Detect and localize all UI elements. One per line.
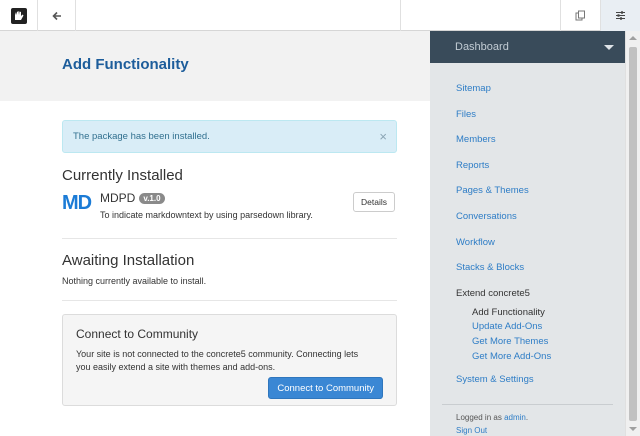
package-name: MDPD bbox=[100, 191, 136, 205]
package-row: MD MDPD v.1.0 To indicate markdowntext b… bbox=[62, 191, 397, 223]
scroll-down-icon[interactable] bbox=[629, 427, 637, 431]
main-content: Add Functionality The package has been i… bbox=[0, 31, 430, 436]
dashboard-nav: Sitemap Files Members Reports Pages & Th… bbox=[430, 63, 625, 400]
logged-in-user-link[interactable]: admin bbox=[504, 413, 526, 422]
top-toolbar bbox=[0, 0, 640, 31]
connect-to-community-button[interactable]: Connect to Community bbox=[268, 377, 383, 399]
dashboard-panel-header[interactable]: Dashboard bbox=[430, 31, 625, 63]
page-header: Add Functionality bbox=[0, 31, 430, 101]
installed-section-title: Currently Installed bbox=[62, 167, 183, 184]
concrete5-hand-logo-icon bbox=[10, 7, 27, 24]
awaiting-section-title: Awaiting Installation bbox=[62, 252, 195, 269]
close-icon[interactable]: × bbox=[379, 129, 387, 144]
package-version-badge: v.1.0 bbox=[139, 192, 165, 204]
logged-in-prefix: Logged in as bbox=[456, 412, 502, 422]
nav-sub-update-add-ons[interactable]: Update Add-Ons bbox=[456, 321, 625, 336]
back-button[interactable] bbox=[38, 0, 76, 31]
nav-item-conversations[interactable]: Conversations bbox=[456, 211, 625, 237]
settings-panel-button[interactable] bbox=[600, 0, 640, 31]
package-description: To indicate markdowntext by using parsed… bbox=[100, 210, 313, 220]
nav-item-stacks-blocks[interactable]: Stacks & Blocks bbox=[456, 262, 625, 288]
nav-group-extend[interactable]: Extend concrete5 bbox=[456, 288, 625, 307]
package-markdown-icon: MD bbox=[62, 192, 92, 214]
awaiting-empty-text: Nothing currently available to install. bbox=[62, 276, 207, 286]
nav-item-pages-themes[interactable]: Pages & Themes bbox=[456, 185, 625, 211]
content-body: The package has been installed. × Curren… bbox=[0, 101, 430, 406]
intelligent-search-button[interactable] bbox=[560, 0, 600, 31]
divider bbox=[62, 238, 397, 239]
concrete5-logo-button[interactable] bbox=[0, 0, 38, 31]
caret-down-icon[interactable] bbox=[604, 45, 614, 50]
panel-divider bbox=[442, 403, 613, 405]
nav-item-sitemap[interactable]: Sitemap bbox=[456, 83, 625, 109]
sign-out-link[interactable]: Sign Out bbox=[430, 426, 625, 435]
arrow-left-icon bbox=[51, 11, 61, 20]
divider bbox=[62, 300, 397, 301]
copy-pages-icon bbox=[575, 10, 585, 21]
package-name-line: MDPD v.1.0 bbox=[100, 191, 313, 205]
package-info: MDPD v.1.0 To indicate markdowntext by u… bbox=[100, 191, 313, 223]
dashboard-panel: Dashboard Sitemap Files Members Reports … bbox=[430, 31, 625, 436]
nav-sub-get-more-themes[interactable]: Get More Themes bbox=[456, 336, 625, 351]
nav-sub-get-more-add-ons[interactable]: Get More Add-Ons bbox=[456, 351, 625, 366]
success-alert: The package has been installed. × bbox=[62, 120, 397, 153]
nav-sub-add-functionality[interactable]: Add Functionality bbox=[456, 307, 625, 322]
community-well: Connect to Community Your site is not co… bbox=[62, 314, 397, 406]
community-text: Your site is not connected to the concre… bbox=[76, 349, 359, 372]
search-input[interactable] bbox=[417, 3, 572, 28]
scroll-up-icon[interactable] bbox=[629, 36, 637, 40]
alert-message: The package has been installed. bbox=[73, 131, 210, 142]
dashboard-panel-title: Dashboard bbox=[455, 41, 509, 53]
nav-item-workflow[interactable]: Workflow bbox=[456, 237, 625, 263]
nav-item-files[interactable]: Files bbox=[456, 109, 625, 135]
logged-in-text: Logged in as admin. bbox=[430, 413, 625, 422]
nav-item-members[interactable]: Members bbox=[456, 134, 625, 160]
community-title: Connect to Community bbox=[76, 327, 199, 341]
nav-item-reports[interactable]: Reports bbox=[456, 160, 625, 186]
logged-in-suffix: . bbox=[525, 412, 529, 422]
details-button[interactable]: Details bbox=[353, 192, 395, 212]
toolbar-search[interactable] bbox=[400, 0, 572, 31]
page-title: Add Functionality bbox=[62, 56, 189, 73]
nav-item-system-settings[interactable]: System & Settings bbox=[456, 374, 625, 400]
scroll-thumb[interactable] bbox=[629, 47, 637, 421]
vertical-scrollbar[interactable] bbox=[625, 31, 640, 436]
sliders-icon bbox=[616, 11, 625, 20]
